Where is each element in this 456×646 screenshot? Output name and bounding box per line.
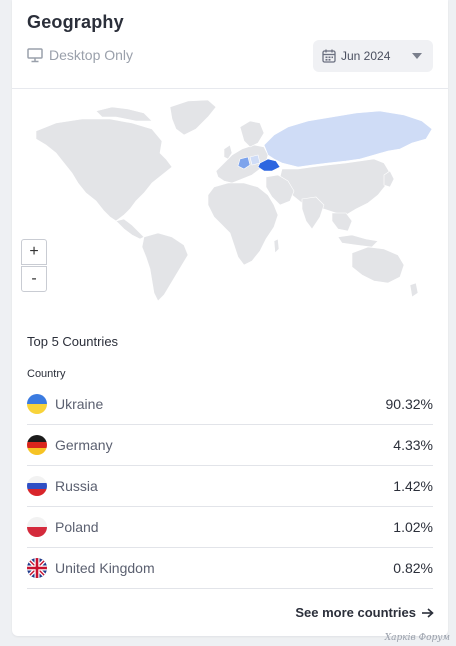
ukraine-flag-icon [27, 394, 47, 414]
map-poland [249, 154, 261, 166]
country-name: Poland [55, 519, 99, 535]
device-label: Desktop Only [49, 47, 134, 63]
list-item: Poland 1.02% [27, 507, 433, 548]
country-column-header: Country [27, 368, 66, 380]
map-central-america [115, 218, 145, 240]
map-new-zealand [409, 282, 419, 298]
map-australia [351, 246, 405, 284]
card-header: Geography Desktop Only Jun 2024 [12, 0, 448, 89]
see-more-countries-link[interactable]: See more countries [295, 605, 434, 620]
map-north-america [35, 118, 173, 222]
list-item: Germany 4.33% [27, 425, 433, 466]
country-percent: 90.32% [385, 396, 433, 412]
country-name: Ukraine [55, 396, 104, 412]
calendar-icon [322, 49, 336, 63]
map-greenland [169, 99, 217, 136]
country-name: Russia [55, 478, 98, 494]
map-scandinavia [239, 120, 265, 148]
map-indonesia [337, 234, 379, 248]
map-asia [279, 158, 391, 216]
world-map[interactable] [12, 89, 448, 309]
country-percent: 4.33% [393, 437, 433, 453]
germany-flag-icon [27, 435, 47, 455]
arrow-right-icon [422, 607, 434, 618]
zoom-out-button[interactable]: - [21, 266, 47, 292]
list-item: Russia 1.42% [27, 466, 433, 507]
map-africa [207, 182, 279, 266]
country-name: United Kingdom [55, 560, 155, 576]
map-southeast-asia [331, 212, 353, 232]
country-percent: 0.82% [393, 560, 433, 576]
map-india [301, 196, 325, 230]
list-item: United Kingdom 0.82% [27, 548, 433, 589]
country-percent: 1.42% [393, 478, 433, 494]
desktop-icon [27, 47, 43, 62]
date-picker[interactable]: Jun 2024 [313, 40, 433, 72]
uk-flag-icon [27, 558, 47, 578]
russia-flag-icon [27, 476, 47, 496]
country-name: Germany [55, 437, 113, 453]
countries-list: Ukraine 90.32% Germany 4.33% Russia 1.42… [27, 384, 433, 589]
map-russia [263, 110, 433, 168]
zoom-in-button[interactable]: + [21, 239, 47, 265]
see-more-label: See more countries [295, 605, 416, 620]
world-map-svg [35, 99, 433, 302]
poland-flag-icon [27, 517, 47, 537]
chevron-down-icon [412, 53, 422, 59]
top-countries-title: Top 5 Countries [27, 334, 119, 349]
country-percent: 1.02% [393, 519, 433, 535]
date-value: Jun 2024 [341, 49, 391, 63]
map-south-america [141, 232, 189, 302]
list-item: Ukraine 90.32% [27, 384, 433, 425]
geography-card: Geography Desktop Only Jun 2024 + - Top … [12, 0, 448, 636]
watermark: Харків Форум [384, 633, 450, 643]
map-madagascar [273, 238, 280, 254]
device-filter: Desktop Only [27, 47, 133, 63]
card-title: Geography [27, 12, 124, 32]
